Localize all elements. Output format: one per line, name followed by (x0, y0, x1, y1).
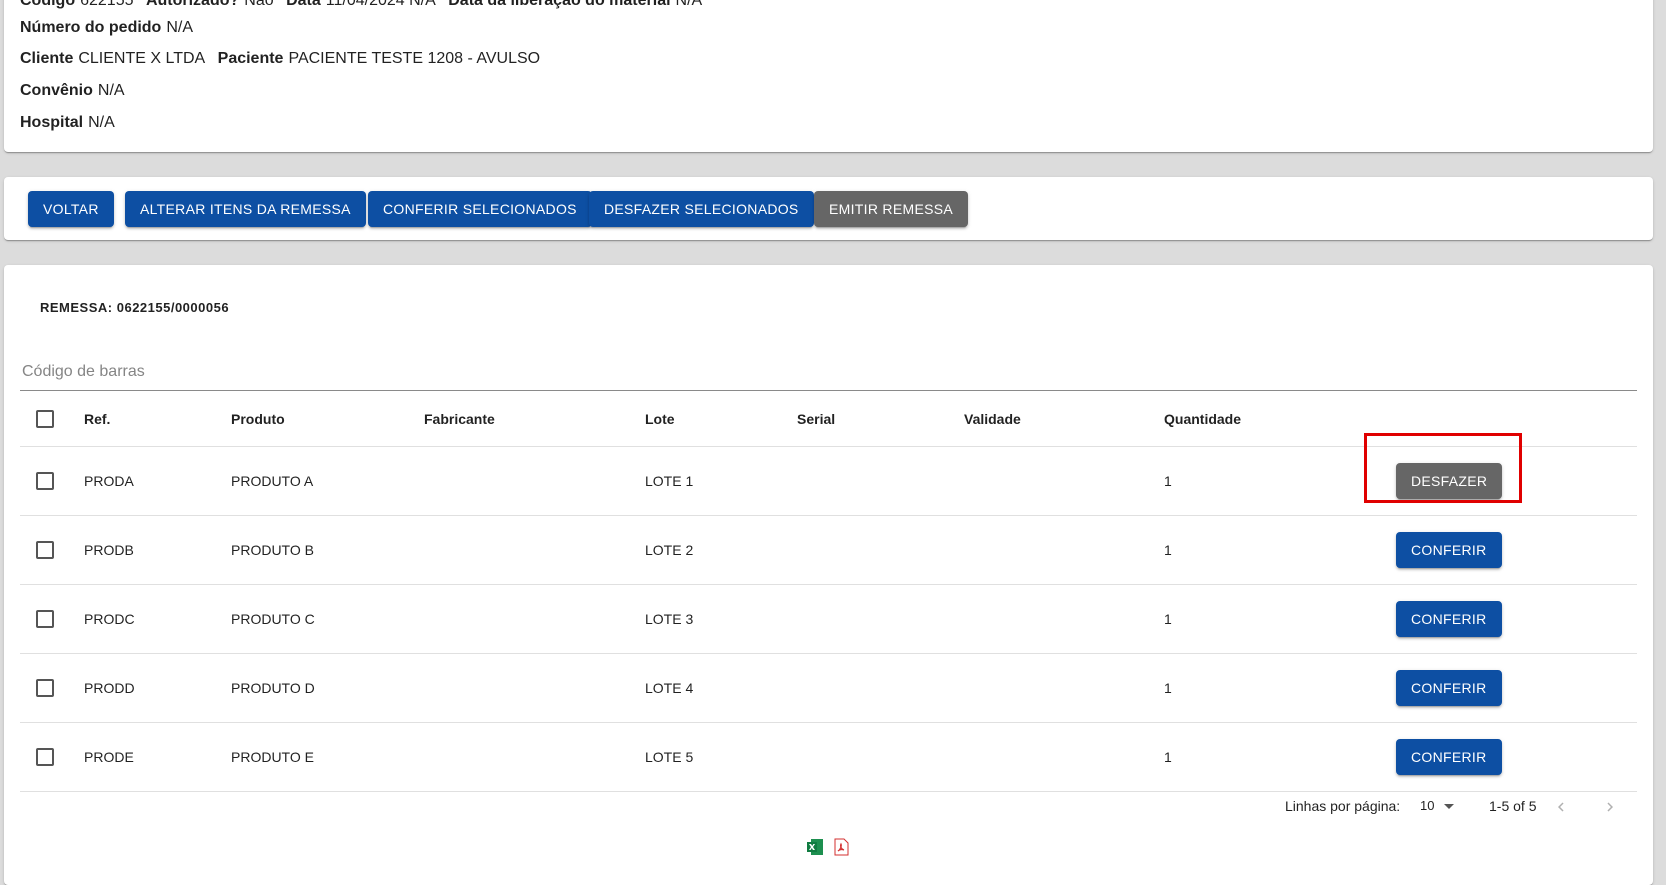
table-row: PRODA PRODUTO A LOTE 1 1 DESFAZER (20, 447, 1637, 516)
emitir-remessa-button[interactable]: EMITIR REMESSA (814, 191, 968, 227)
hospital-label: Hospital (20, 114, 84, 131)
cell-quantidade: 1 (1164, 680, 1172, 696)
caret-down-icon (1444, 804, 1455, 810)
cell-ref: PRODA (84, 473, 134, 489)
pdf-export-icon[interactable] (832, 838, 850, 858)
rows-per-page-value: 10 (1420, 798, 1435, 813)
cell-ref: PRODE (84, 749, 134, 765)
info-line-codigo: Código 622155 Autorizado? Não Data 11/04/20… (20, 0, 710, 10)
select-all-checkbox[interactable] (36, 409, 54, 428)
header-produto[interactable]: Produto (231, 411, 285, 427)
convenio-value: N/A (97, 82, 125, 99)
codigo-label: Código (20, 0, 76, 9)
cell-lote: LOTE 2 (645, 542, 694, 558)
table-row: PRODD PRODUTO D LOTE 4 1 CONFERIR (20, 654, 1637, 723)
rows-per-page-label: Linhas por página: (1285, 798, 1401, 814)
rows-per-page-select[interactable]: 10 (1420, 798, 1455, 828)
autorizado-value: Não (244, 0, 274, 9)
pedido-label: Número do pedido (20, 19, 162, 36)
data-liberacao-label: Data da liberação do material (448, 0, 671, 9)
table-row: PRODB PRODUTO B LOTE 2 1 CONFERIR (20, 516, 1637, 585)
chevron-left-icon[interactable] (1548, 798, 1574, 824)
row-checkbox[interactable] (36, 610, 54, 628)
cell-quantidade: 1 (1164, 473, 1172, 489)
hospital-value: N/A (88, 114, 115, 131)
header-fabricante[interactable]: Fabricante (424, 411, 495, 427)
row-checkbox[interactable] (36, 748, 54, 766)
info-line-pedido: Número do pedido N/A (20, 19, 201, 37)
info-line-convenio: Convênio N/A (20, 82, 133, 100)
conferir-button[interactable]: CONFERIR (1396, 739, 1502, 775)
header-serial[interactable]: Serial (797, 411, 835, 427)
cell-lote: LOTE 5 (645, 749, 694, 765)
remessa-title: REMESSA: 0622155/0000056 (40, 300, 230, 315)
row-checkbox[interactable] (36, 679, 54, 697)
excel-export-icon[interactable] (806, 838, 824, 858)
codigo-value: 622155 (80, 0, 134, 9)
cell-produto: PRODUTO C (231, 611, 315, 627)
convenio-label: Convênio (20, 82, 93, 99)
table-row: PRODE PRODUTO E LOTE 5 1 CONFERIR (20, 723, 1637, 792)
autorizado-label: Autorizado? (145, 0, 240, 9)
header-ref[interactable]: Ref. (84, 411, 110, 427)
data-liberacao-value: N/A (675, 0, 703, 9)
voltar-button[interactable]: VOLTAR (28, 191, 114, 227)
header-lote[interactable]: Lote (645, 411, 675, 427)
action-toolbar: VOLTAR ALTERAR ITENS DA REMESSA CONFERIR… (4, 177, 1653, 240)
row-checkbox[interactable] (36, 472, 54, 490)
desfazer-button[interactable]: DESFAZER (1396, 463, 1503, 499)
cell-ref: PRODC (84, 611, 135, 627)
table-row: PRODC PRODUTO C LOTE 3 1 CONFERIR (20, 585, 1637, 654)
data-label: Data (286, 0, 321, 9)
alterar-itens-button[interactable]: ALTERAR ITENS DA REMESSA (125, 191, 366, 227)
cell-produto: PRODUTO B (231, 542, 314, 558)
conferir-button[interactable]: CONFERIR (1396, 532, 1502, 568)
barcode-input[interactable] (20, 353, 1637, 391)
order-info-card: Código 622155 Autorizado? Não Data 11/04/20… (4, 0, 1653, 152)
cell-quantidade: 1 (1164, 611, 1172, 627)
conferir-button[interactable]: CONFERIR (1396, 670, 1502, 706)
info-line-cliente: Cliente CLIENTE X LTDA Paciente PACIENTE T… (20, 50, 548, 68)
cliente-label: Cliente (20, 50, 74, 67)
cell-ref: PRODD (84, 680, 135, 696)
desfazer-selecionados-button[interactable]: DESFAZER SELECIONADOS (589, 191, 814, 227)
cell-produto: PRODUTO E (231, 749, 314, 765)
remessa-table-card: REMESSA: 0622155/0000056 Ref. Produto Fa… (4, 265, 1653, 885)
cliente-value: CLIENTE X LTDA (78, 50, 206, 67)
cell-produto: PRODUTO D (231, 680, 315, 696)
pagination-range: 1-5 of 5 (1489, 798, 1537, 814)
info-line-hospital: Hospital N/A (20, 114, 123, 132)
cell-lote: LOTE 3 (645, 611, 694, 627)
pedido-value: N/A (166, 19, 193, 36)
cell-quantidade: 1 (1164, 749, 1172, 765)
data-value: 11/04/2024 N/A (325, 0, 436, 9)
cell-quantidade: 1 (1164, 542, 1172, 558)
row-checkbox[interactable] (36, 541, 54, 559)
header-quantidade[interactable]: Quantidade (1164, 411, 1241, 427)
paciente-value: PACIENTE TESTE 1208 - AVULSO (288, 50, 541, 67)
conferir-selecionados-button[interactable]: CONFERIR SELECIONADOS (368, 191, 592, 227)
cell-lote: LOTE 1 (645, 473, 694, 489)
cell-lote: LOTE 4 (645, 680, 694, 696)
paciente-label: Paciente (217, 50, 284, 67)
cell-ref: PRODB (84, 542, 134, 558)
conferir-button[interactable]: CONFERIR (1396, 601, 1502, 637)
table-header: Ref. Produto Fabricante Lote Serial Vali… (20, 391, 1637, 447)
chevron-right-icon[interactable] (1597, 798, 1623, 824)
cell-produto: PRODUTO A (231, 473, 314, 489)
header-validade[interactable]: Validade (964, 411, 1021, 427)
